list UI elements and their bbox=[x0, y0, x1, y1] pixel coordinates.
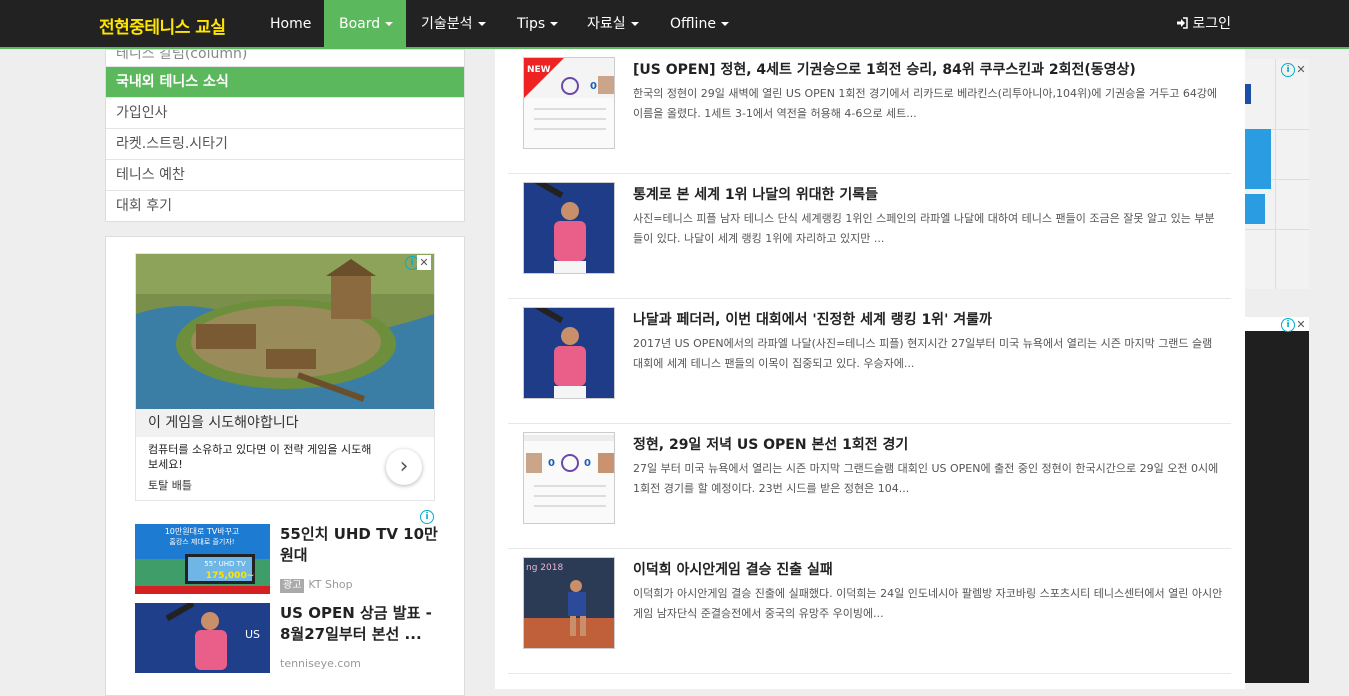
nav-board-label: Board bbox=[339, 16, 381, 32]
nav-tips-label: Tips bbox=[517, 16, 546, 32]
right-banner-ad[interactable]: i ✕ bbox=[1245, 59, 1309, 289]
post-title[interactable]: 이덕희 아시안게임 결승 진출 실패 bbox=[633, 559, 833, 579]
nav-tips[interactable]: Tips bbox=[502, 0, 573, 49]
rec-image-text: 10만원대로 TV바꾸고 bbox=[165, 526, 240, 536]
post-item[interactable]: 0 NEW [US OPEN] 정현, 4세트 기권승으로 1회전 승리, 84… bbox=[508, 49, 1231, 174]
game-ad[interactable]: i ✕ 이 게임을 시도해야합니다 컴퓨터를 소유하고 있다면 이 전략 게임을… bbox=[135, 253, 435, 501]
nav-technique-label: 기술분석 bbox=[421, 16, 473, 32]
login-label: 로그인 bbox=[1192, 16, 1231, 32]
category-item[interactable]: 가입인사 bbox=[106, 97, 464, 128]
ad-info-icon[interactable]: i bbox=[1281, 318, 1295, 332]
game-ad-title: 이 게임을 시도해야합니다 bbox=[136, 409, 434, 437]
post-item[interactable]: ng 2018 이덕희 아시안게임 결승 진출 실패 이덕희가 아시안게임 결승… bbox=[508, 549, 1231, 674]
top-navbar: 전현중테니스 교실 Home Board 기술분석 Tips 자료실 Offli… bbox=[0, 0, 1349, 49]
svg-text:0: 0 bbox=[584, 458, 591, 469]
category-list: 테니스 칼럼(column) 국내외 테니스 소식 가입인사 라켓.스트링.시타… bbox=[105, 49, 465, 222]
game-ad-sponsor: 토탈 배틀 bbox=[148, 479, 192, 492]
post-excerpt: 2017년 US OPEN에서의 라파엘 나달(사진=테니스 피플) 현지시간 … bbox=[633, 337, 1213, 370]
nav-home-label: Home bbox=[270, 16, 312, 32]
recommendation-source-name: KT Shop bbox=[308, 578, 353, 591]
nav-archive-label: 자료실 bbox=[587, 16, 626, 32]
rec-image-price: 175,000~ bbox=[206, 571, 255, 581]
nav-home[interactable]: Home bbox=[255, 0, 326, 49]
category-item[interactable]: 테니스 칼럼(column) bbox=[106, 50, 464, 66]
post-item[interactable]: 0 0 정현, 29일 저녁 US OPEN 본선 1회전 경기 27일 부터 … bbox=[508, 424, 1231, 549]
post-excerpt: 27일 부터 미국 뉴욕에서 열리는 시즌 마지막 그랜드슬램 대회인 US O… bbox=[633, 462, 1219, 495]
login-link[interactable]: 로그인 bbox=[1176, 0, 1231, 49]
recommendation-source: tenniseye.com bbox=[280, 657, 361, 670]
svg-text:US: US bbox=[245, 628, 260, 641]
new-badge: NEW bbox=[527, 65, 551, 75]
svg-text:0: 0 bbox=[590, 81, 597, 92]
recommendation-title: 55인치 UHD TV 10만원대 bbox=[280, 525, 438, 564]
recommendation-item[interactable]: 10만원대로 TV바꾸고 홈캉스 제대로 즐기자! 55" UHD TV 175… bbox=[135, 524, 440, 596]
post-title[interactable]: 통계로 본 세계 1위 나달의 위대한 기록들 bbox=[633, 184, 878, 204]
sign-in-icon bbox=[1177, 17, 1189, 29]
rec-image-text: 홈캉스 제대로 즐기자! bbox=[169, 537, 234, 546]
chevron-down-icon bbox=[720, 22, 729, 26]
sidebar-ad-panel: i ✕ 이 게임을 시도해야합니다 컴퓨터를 소유하고 있다면 이 전략 게임을… bbox=[105, 236, 465, 696]
recommendation-title: US OPEN 상금 발표 - 8월27일부터 본선 ... bbox=[280, 604, 432, 643]
ad-close-icon[interactable]: ✕ bbox=[1294, 62, 1308, 77]
nav-offline[interactable]: Offline bbox=[655, 0, 744, 49]
post-title[interactable]: 나달과 페더러, 이번 대회에서 '진정한 세계 랭킹 1위' 겨룰까 bbox=[633, 309, 992, 329]
post-item[interactable]: 나달과 페더러, 이번 대회에서 '진정한 세계 랭킹 1위' 겨룰까 2017… bbox=[508, 299, 1231, 424]
game-ad-description: 컴퓨터를 소유하고 있다면 이 전략 게임을 시도해보세요! bbox=[148, 443, 372, 471]
recommendation-image: US bbox=[135, 603, 270, 673]
recommendation-image: 10만원대로 TV바꾸고 홈캉스 제대로 즐기자! 55" UHD TV 175… bbox=[135, 524, 270, 594]
svg-text:ng 2018: ng 2018 bbox=[526, 563, 563, 573]
ad-info-icon[interactable]: i bbox=[420, 510, 434, 524]
category-item[interactable]: 라켓.스트링.시타기 bbox=[106, 128, 464, 159]
ad-close-icon[interactable]: ✕ bbox=[417, 255, 431, 270]
post-excerpt: 이덕희가 아시안게임 결승 진출에 실패했다. 이덕희는 24일 인도네시아 팔… bbox=[633, 587, 1223, 620]
post-thumbnail[interactable]: 0 NEW bbox=[523, 57, 615, 149]
post-thumbnail[interactable] bbox=[523, 307, 615, 399]
category-item[interactable]: 대회 후기 bbox=[106, 190, 464, 221]
right-banner-ad[interactable]: i ✕ bbox=[1245, 317, 1309, 683]
post-excerpt: 사진=테니스 피플 남자 테니스 단식 세계랭킹 1위인 스페인의 라파엘 나달… bbox=[633, 212, 1215, 245]
nav-offline-label: Offline bbox=[670, 16, 716, 32]
post-thumbnail[interactable]: 0 0 bbox=[523, 432, 615, 524]
nav-technique[interactable]: 기술분석 bbox=[406, 0, 501, 49]
chevron-down-icon bbox=[477, 22, 486, 26]
category-item-active[interactable]: 국내외 테니스 소식 bbox=[106, 66, 464, 97]
recommendation-source: 광고 KT Shop bbox=[280, 578, 353, 593]
post-excerpt: 한국의 정현이 29일 새벽에 열린 US OPEN 1회전 경기에서 리카드로… bbox=[633, 87, 1218, 120]
chevron-down-icon bbox=[385, 22, 394, 26]
post-item[interactable]: 통계로 본 세계 1위 나달의 위대한 기록들 사진=테니스 피플 남자 테니스… bbox=[508, 174, 1231, 299]
game-ad-image bbox=[136, 254, 434, 409]
post-thumbnail[interactable]: ng 2018 bbox=[523, 557, 615, 649]
nav-board[interactable]: Board bbox=[324, 0, 406, 49]
chevron-down-icon bbox=[550, 22, 559, 26]
post-title[interactable]: 정현, 29일 저녁 US OPEN 본선 1회전 경기 bbox=[633, 434, 908, 454]
recommendation-item[interactable]: US US OPEN 상금 발표 - 8월27일부터 본선 ... tennis… bbox=[135, 603, 440, 675]
svg-text:0: 0 bbox=[548, 458, 555, 469]
chevron-down-icon bbox=[630, 22, 639, 26]
post-title[interactable]: [US OPEN] 정현, 4세트 기권승으로 1회전 승리, 84위 쿠쿠스킨… bbox=[633, 59, 1136, 79]
chevron-right-icon[interactable]: › bbox=[386, 449, 422, 485]
rec-image-text: 55" UHD TV bbox=[204, 560, 246, 568]
ad-badge: 광고 bbox=[280, 579, 305, 593]
post-list: 0 NEW [US OPEN] 정현, 4세트 기권승으로 1회전 승리, 84… bbox=[495, 49, 1245, 689]
post-thumbnail[interactable] bbox=[523, 182, 615, 274]
nav-archive[interactable]: 자료실 bbox=[572, 0, 654, 49]
ad-info-icon[interactable]: i bbox=[1281, 63, 1295, 77]
site-brand[interactable]: 전현중테니스 교실 bbox=[99, 13, 226, 38]
category-item[interactable]: 테니스 예찬 bbox=[106, 159, 464, 190]
ad-close-icon[interactable]: ✕ bbox=[1294, 317, 1308, 332]
